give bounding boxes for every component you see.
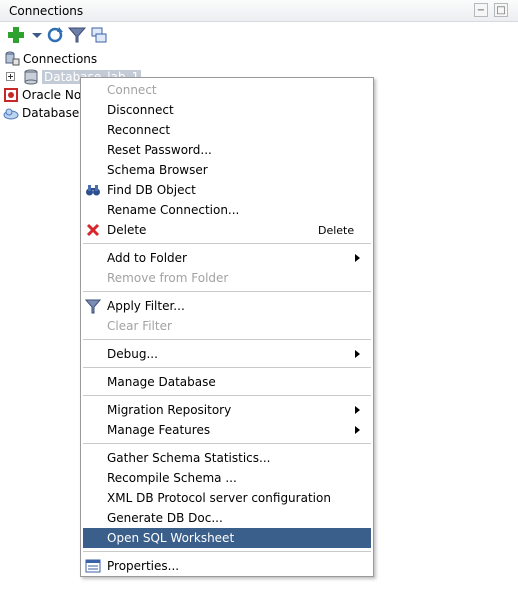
menu-item-manage-features[interactable]: Manage Features [83, 420, 371, 440]
add-connection-icon[interactable] [6, 25, 26, 45]
menu-separator [83, 367, 371, 368]
menu-label-gather-schema-statistics: Gather Schema Statistics... [107, 451, 271, 465]
menu-label-disconnect: Disconnect [107, 103, 174, 117]
menu-item-clear-filter[interactable]: Clear Filter [83, 316, 371, 336]
maximize-button[interactable]: □ [494, 3, 508, 17]
menu-label-reset-password: Reset Password... [107, 143, 212, 157]
delete-x-icon [86, 223, 100, 237]
menu-item-find-db-object[interactable]: Find DB Object [83, 180, 371, 200]
menu-label-recompile-schema: Recompile Schema ... [107, 471, 237, 485]
menu-separator [83, 243, 371, 244]
menu-separator [83, 339, 371, 340]
menu-separator [83, 395, 371, 396]
menu-label-open-sql-worksheet: Open SQL Worksheet [107, 531, 235, 545]
menu-label-reconnect: Reconnect [107, 123, 171, 137]
menu-label-manage-features: Manage Features [107, 423, 211, 437]
menu-separator [83, 443, 371, 444]
submenu-arrow-icon [355, 254, 360, 262]
menu-item-generate-db-doc[interactable]: Generate DB Doc... [83, 508, 371, 528]
menu-label-connect: Connect [107, 83, 157, 97]
database-icon [24, 69, 38, 85]
menu-label-debug: Debug... [107, 347, 158, 361]
cloud-icon [3, 108, 19, 120]
nosql-icon [4, 88, 18, 102]
menu-label-add-to-folder: Add to Folder [107, 251, 187, 265]
menu-item-apply-filter[interactable]: Apply Filter... [83, 296, 371, 316]
minimize-button[interactable]: − [474, 3, 488, 17]
panel-title: Connections [9, 4, 84, 18]
menu-item-recompile-schema[interactable]: Recompile Schema ... [83, 468, 371, 488]
menu-item-xml-db-protocol[interactable]: XML DB Protocol server configuration [83, 488, 371, 508]
menu-item-connect[interactable]: Connect [83, 80, 371, 100]
menu-label-migration-repository: Migration Repository [107, 403, 232, 417]
menu-item-add-to-folder[interactable]: Add to Folder [83, 248, 371, 268]
submenu-arrow-icon [355, 350, 360, 358]
menu-item-open-sql-worksheet[interactable]: Open SQL Worksheet [83, 528, 371, 548]
menu-label-remove-from-folder: Remove from Folder [107, 271, 229, 285]
panel-titlebar: Connections − □ [0, 0, 518, 22]
tree-item-database-schema[interactable]: Database Sc [0, 104, 97, 122]
menu-item-manage-database[interactable]: Manage Database [83, 372, 371, 392]
tree-label-connections: Connections [23, 52, 98, 66]
menu-label-properties: Properties... [107, 559, 180, 573]
menu-item-reconnect[interactable]: Reconnect [83, 120, 371, 140]
submenu-arrow-icon [355, 426, 360, 434]
menu-item-migration-repository[interactable]: Migration Repository [83, 400, 371, 420]
menu-label-rename-connection: Rename Connection... [107, 203, 240, 217]
context-menu: Connect Disconnect Reconnect Reset Passw… [80, 77, 374, 577]
menu-item-disconnect[interactable]: Disconnect [83, 100, 371, 120]
submenu-arrow-icon [355, 406, 360, 414]
connections-toolbar [0, 22, 518, 48]
connections-panel: Connections − □ Connections Oracle NoSQ … [0, 0, 518, 610]
menu-item-delete[interactable]: Delete Delete [83, 220, 371, 240]
expand-icon[interactable] [6, 72, 15, 81]
menu-item-schema-browser[interactable]: Schema Browser [83, 160, 371, 180]
menu-label-clear-filter: Clear Filter [107, 319, 172, 333]
funnel-icon [85, 299, 101, 314]
menu-item-remove-from-folder[interactable]: Remove from Folder [83, 268, 371, 288]
properties-icon [85, 559, 101, 573]
menu-item-reset-password[interactable]: Reset Password... [83, 140, 371, 160]
menu-item-rename-connection[interactable]: Rename Connection... [83, 200, 371, 220]
menu-label-find-db-object: Find DB Object [107, 183, 196, 197]
dropdown-icon[interactable] [27, 25, 47, 45]
tree-item-connections[interactable]: Connections [0, 50, 120, 68]
filter-icon[interactable] [67, 25, 87, 45]
tree-item-oracle-nosql[interactable]: Oracle NoSQ [0, 86, 98, 104]
connections-icon [5, 51, 20, 66]
schema-icon[interactable] [89, 25, 109, 45]
refresh-icon[interactable] [45, 25, 65, 45]
menu-label-delete: Delete [107, 223, 147, 237]
menu-separator [83, 551, 371, 552]
menu-item-gather-schema-statistics[interactable]: Gather Schema Statistics... [83, 448, 371, 468]
menu-label-manage-database: Manage Database [107, 375, 216, 389]
menu-label-apply-filter: Apply Filter... [107, 299, 185, 313]
menu-item-properties[interactable]: Properties... [83, 556, 371, 576]
menu-accelerator-delete: Delete [318, 224, 355, 237]
binoculars-icon [86, 185, 100, 196]
menu-separator [83, 291, 371, 292]
menu-label-xml-db-protocol: XML DB Protocol server configuration [107, 491, 331, 505]
menu-label-generate-db-doc: Generate DB Doc... [107, 511, 223, 525]
menu-label-schema-browser: Schema Browser [107, 163, 208, 177]
menu-item-debug[interactable]: Debug... [83, 344, 371, 364]
